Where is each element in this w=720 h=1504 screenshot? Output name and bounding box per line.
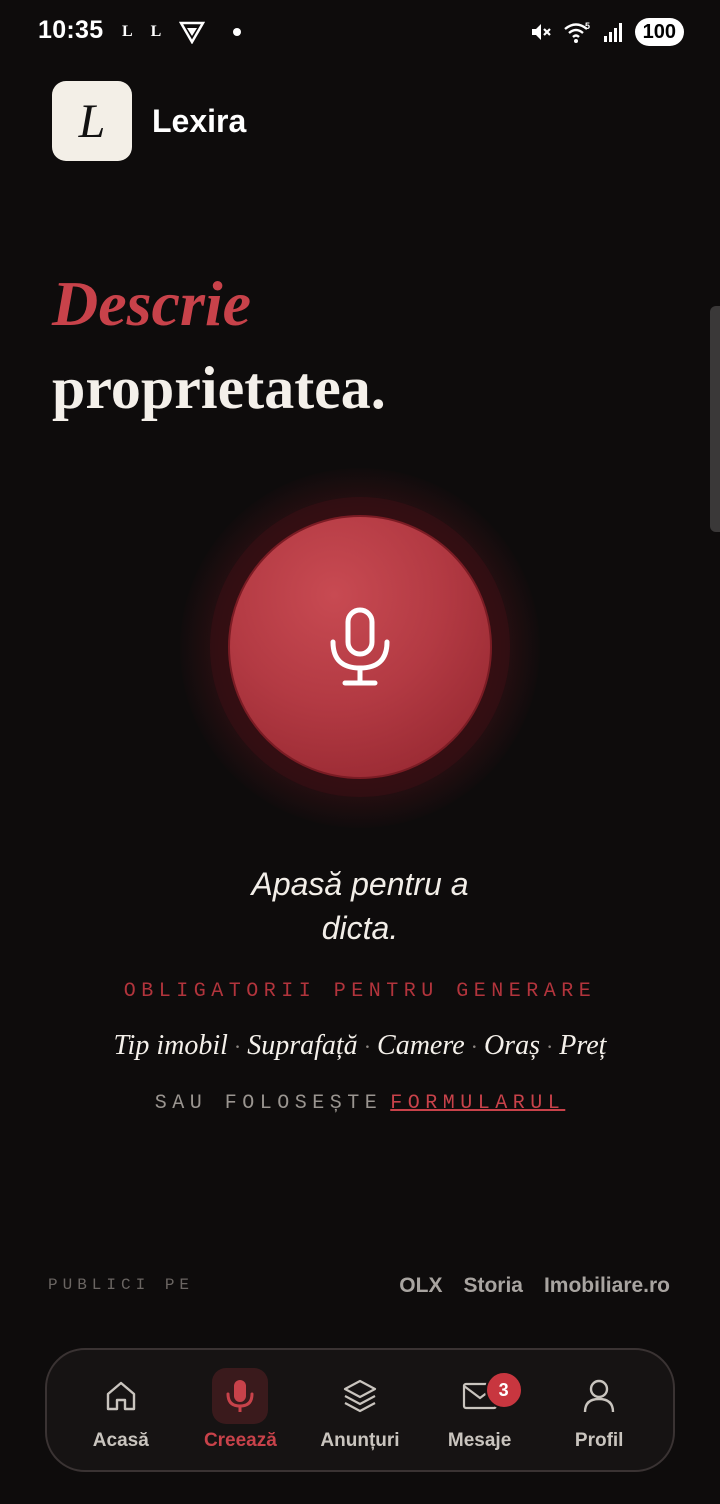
platform-imobiliare: Imobiliare.ro [543,1274,670,1297]
field-camere: Camere [377,1030,465,1061]
signal-icon [603,23,622,42]
vpn-shield-icon [179,21,206,44]
form-link[interactable]: FORMULARUL [390,1092,565,1115]
field-suprafata: Suprafață [247,1030,358,1061]
required-label: OBLIGATORII PENTRU GENERARE [123,980,597,1003]
nav-item-home[interactable]: Acasă [66,1355,176,1465]
status-bar: 10:35 L L 5 100 [0,0,720,64]
screen: 10:35 L L 5 100 L Lexira Descrie proprie… [0,0,720,1504]
nav-label-listings: Anunțuri [320,1430,400,1451]
nav-item-create[interactable]: Creează [185,1355,295,1465]
field-pret: Preț [559,1030,607,1061]
nav-item-listings[interactable]: Anunțuri [305,1355,415,1465]
separator-dot: · [363,1034,372,1059]
nav-label-messages: Mesaje [447,1430,512,1451]
status-dot [233,28,242,36]
notification-l-icon: L [150,23,162,40]
platform-olx: OLX [399,1274,443,1297]
microphone-icon [212,1368,269,1424]
scrollbar[interactable] [710,306,720,532]
status-left-icons: L L [122,20,242,44]
notification-l-icon: L [122,23,133,40]
publish-label: PUBLICI PE [48,1276,195,1294]
unread-badge: 3 [484,1371,523,1409]
home-icon [93,1368,149,1424]
alternative-form-row: SAU FOLOSEȘTE FORMULARUL [0,1092,720,1115]
field-tip-imobil: Tip imobil [113,1030,228,1061]
app-logo[interactable]: L [52,81,132,161]
page-title: Descrie proprietatea. [52,262,386,430]
mute-icon [531,24,551,40]
battery-indicator: 100 [634,18,684,46]
microphone-icon [330,607,390,686]
platform-list: OLX Storia Imobiliare.ro [399,1274,670,1298]
alternative-prefix: SAU FOLOSEȘTE [154,1092,383,1115]
nav-item-profile[interactable]: Profil [544,1355,654,1465]
user-icon [571,1368,627,1424]
dictate-hint: Apasă pentru a dicta. [251,866,469,946]
nav-label-home: Acasă [92,1430,149,1451]
field-oras: Oraș [483,1030,540,1061]
record-button[interactable] [228,515,492,779]
required-fields: Tip imobil · Suprafață · Camere · Oraș · Preț [0,1030,720,1062]
status-right: 5 100 [529,18,684,46]
separator-dot: · [545,1034,554,1059]
page-title-accent: Descrie [52,268,252,339]
nav-item-messages[interactable]: 3 Mesaje [425,1355,535,1465]
app-name: Lexira [152,103,247,139]
separator-dot: · [233,1034,242,1059]
network-label: 5 [585,21,590,31]
bottom-nav: Acasă Creează Anunțuri 3 Mesaje Profil [45,1348,675,1472]
page-title-main: proprietatea. [52,355,386,421]
wifi-icon: 5 [563,21,590,43]
nav-label-profile: Profil [574,1430,624,1451]
logo-letter: L [78,94,106,148]
layers-icon [332,1368,388,1424]
separator-dot: · [470,1034,478,1059]
nav-label-create: Creează [203,1430,277,1451]
status-time: 10:35 [38,16,104,44]
platform-storia: Storia [463,1274,523,1297]
